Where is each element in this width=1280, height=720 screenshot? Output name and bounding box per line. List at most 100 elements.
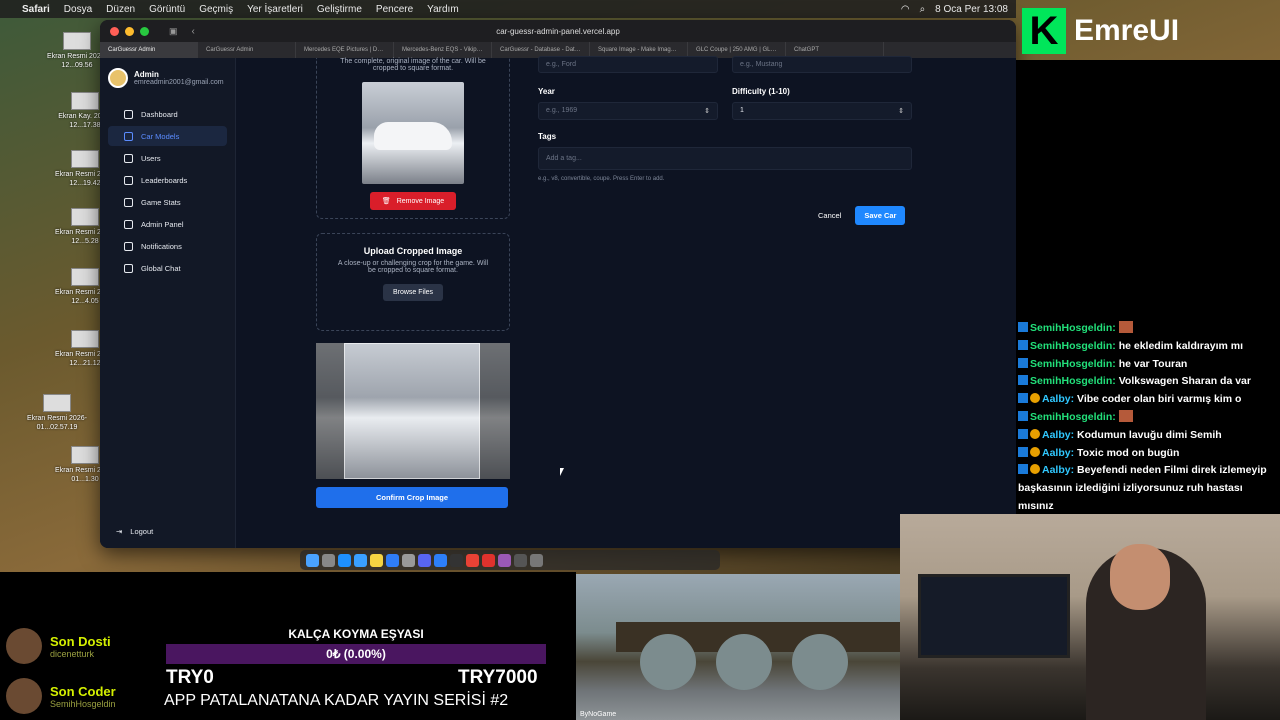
mail-icon[interactable] xyxy=(354,553,367,567)
desktop-file-label: Ekran Resmi 2025-12...09.56 xyxy=(47,53,107,69)
menubar-view[interactable]: Görüntü xyxy=(149,4,185,15)
trash-icon[interactable] xyxy=(530,553,543,567)
sidebar-item-users[interactable]: Users xyxy=(108,148,227,168)
sidebar-item-global-chat[interactable]: Global Chat xyxy=(108,258,227,278)
brand-field[interactable]: e.g., Ford xyxy=(538,56,718,73)
difficulty-field[interactable]: 1 ⇕ xyxy=(732,102,912,120)
video-feed: ByNoGame xyxy=(576,574,900,720)
emote-icon xyxy=(1118,409,1133,422)
close-window-button[interactable] xyxy=(110,26,119,36)
safari-icon[interactable] xyxy=(338,553,351,567)
opera-icon[interactable] xyxy=(482,553,495,567)
menubar-develop[interactable]: Geliştirme xyxy=(317,4,362,15)
save-car-button[interactable]: Save Car xyxy=(855,206,906,225)
car-icon xyxy=(124,131,133,141)
chat-username: SemihHosgeldin: xyxy=(1030,375,1116,388)
cancel-button[interactable]: Cancel xyxy=(818,211,841,220)
avatar xyxy=(6,678,42,714)
monitor xyxy=(918,574,1070,658)
chat-message: Aalby: Vibe coder olan biri varmış kim o xyxy=(1018,391,1280,409)
sidebar-item-leaderboards[interactable]: Leaderboards xyxy=(108,170,227,190)
year-field[interactable]: e.g., 1969 ⇕ xyxy=(538,102,718,120)
terminal-icon[interactable] xyxy=(450,553,463,567)
settings-icon[interactable] xyxy=(402,553,415,567)
folder-icon[interactable] xyxy=(514,553,527,567)
model-field[interactable]: e.g., Mustang xyxy=(732,56,912,73)
app-store-icon[interactable] xyxy=(386,553,399,567)
back-icon[interactable]: ‹ xyxy=(192,26,195,37)
minimize-window-button[interactable] xyxy=(125,26,134,36)
sidebar-item-game-stats[interactable]: Game Stats xyxy=(108,192,227,212)
user-profile: Admin emreadmin2001@gmail.com xyxy=(100,58,235,98)
crop-editor[interactable] xyxy=(316,343,510,479)
confirm-crop-button[interactable]: Confirm Crop Image xyxy=(316,487,508,508)
goal-max: TRY7000 xyxy=(458,667,538,688)
browser-tab[interactable]: CarGuessr Admin xyxy=(100,42,198,58)
browser-tab[interactable]: CarGuessr Admin xyxy=(198,42,296,58)
badge-icon xyxy=(1018,428,1028,439)
trophy-icon xyxy=(124,175,133,185)
difficulty-value: 1 xyxy=(740,107,744,114)
recent-name: SemihHosgeldin xyxy=(50,698,116,709)
upload-cropped-desc: A close-up or challenging crop for the g… xyxy=(337,260,489,274)
chart-icon xyxy=(124,197,133,207)
menubar-window[interactable]: Pencere xyxy=(376,4,413,15)
cropped-upload-box[interactable]: Upload Cropped Image A close-up or chall… xyxy=(316,233,510,331)
sidebar-item-label: Dashboard xyxy=(141,109,178,119)
chat-username: SemihHosgeldin: xyxy=(1030,410,1116,423)
crop-mask-left xyxy=(316,343,344,479)
browse-files-button[interactable]: Browse Files xyxy=(382,284,444,301)
crop-frame[interactable] xyxy=(344,343,480,479)
menubar-clock[interactable]: 8 Oca Per 13:08 xyxy=(935,4,1008,15)
finder-icon[interactable] xyxy=(306,553,319,567)
sidebar-toggle-icon[interactable]: ▣ xyxy=(169,26,178,37)
sidebar-item-dashboard[interactable]: Dashboard xyxy=(108,104,227,124)
wifi-icon[interactable]: ◠ xyxy=(901,4,910,15)
app-icon[interactable] xyxy=(498,553,511,567)
discord-icon[interactable] xyxy=(418,553,431,567)
tags-input[interactable]: Add a tag... xyxy=(538,147,912,170)
brand-name: EmreUI xyxy=(1074,14,1180,47)
recent-donor: Son Dosti dicenetturk xyxy=(6,628,111,664)
sidebar-item-car-models[interactable]: Car Models xyxy=(108,126,227,146)
series-title: APP PATALANATANA KADAR YAYIN SERİSİ #2 xyxy=(164,692,509,709)
sidebar-item-label: Global Chat xyxy=(141,263,181,273)
chat-text: he ekledim kaldırayım mı xyxy=(1118,339,1243,352)
stream-brand: K EmreUI xyxy=(1022,4,1280,58)
launchpad-icon[interactable] xyxy=(322,553,335,567)
sidebar-nav: Dashboard Car Models Users Leaderboards … xyxy=(100,104,235,278)
stepper-icon[interactable]: ⇕ xyxy=(898,107,904,115)
sub-badge-icon xyxy=(1030,393,1040,404)
browser-tab[interactable]: Mercedes EQE Pictures | Dow... xyxy=(296,42,394,58)
safari-window: ▣ ‹ car-guessr-admin-panel.vercel.app Ca… xyxy=(100,20,1016,548)
sidebar-item-label: Leaderboards xyxy=(141,175,188,185)
sub-badge-icon xyxy=(1030,428,1040,439)
trash-icon: 🗑 xyxy=(381,198,391,205)
search-icon[interactable]: ⌕ xyxy=(920,4,926,15)
menubar-history[interactable]: Geçmiş xyxy=(199,4,233,15)
user-email: emreadmin2001@gmail.com xyxy=(134,79,224,86)
stepper-icon[interactable]: ⇕ xyxy=(704,107,710,115)
menubar-bookmarks[interactable]: Yer İşaretleri xyxy=(247,4,303,15)
sidebar-item-label: Game Stats xyxy=(141,197,181,207)
emote-icon xyxy=(1118,321,1133,333)
menubar-help[interactable]: Yardım xyxy=(427,4,459,15)
recent-heading: Son Dosti xyxy=(50,633,111,649)
menubar-app-name[interactable]: Safari xyxy=(22,4,50,15)
menubar-file[interactable]: Dosya xyxy=(64,4,92,15)
address-bar[interactable]: car-guessr-admin-panel.vercel.app xyxy=(496,27,620,36)
badge-icon xyxy=(1018,464,1028,475)
sidebar-item-admin-panel[interactable]: Admin Panel xyxy=(108,214,227,234)
desktop-file[interactable]: Ekran Resmi 2026-01...02.57.19 xyxy=(22,394,92,432)
chrome-icon[interactable] xyxy=(466,553,479,567)
menubar-edit[interactable]: Düzen xyxy=(106,4,135,15)
sidebar-item-label: Notifications xyxy=(141,241,182,251)
browser-tab[interactable]: Mercedes-Benz EQS - Vikipedi xyxy=(394,42,492,58)
logout-button[interactable]: ⇥ Logout xyxy=(116,527,153,536)
vscode-icon[interactable] xyxy=(434,553,447,567)
sidebar-item-notifications[interactable]: Notifications xyxy=(108,236,227,256)
zoom-window-button[interactable] xyxy=(140,26,149,36)
remove-image-button[interactable]: 🗑 Remove Image xyxy=(369,192,457,210)
notes-icon[interactable] xyxy=(370,553,383,567)
admin-app: Admin emreadmin2001@gmail.com Dashboard … xyxy=(100,56,1016,548)
